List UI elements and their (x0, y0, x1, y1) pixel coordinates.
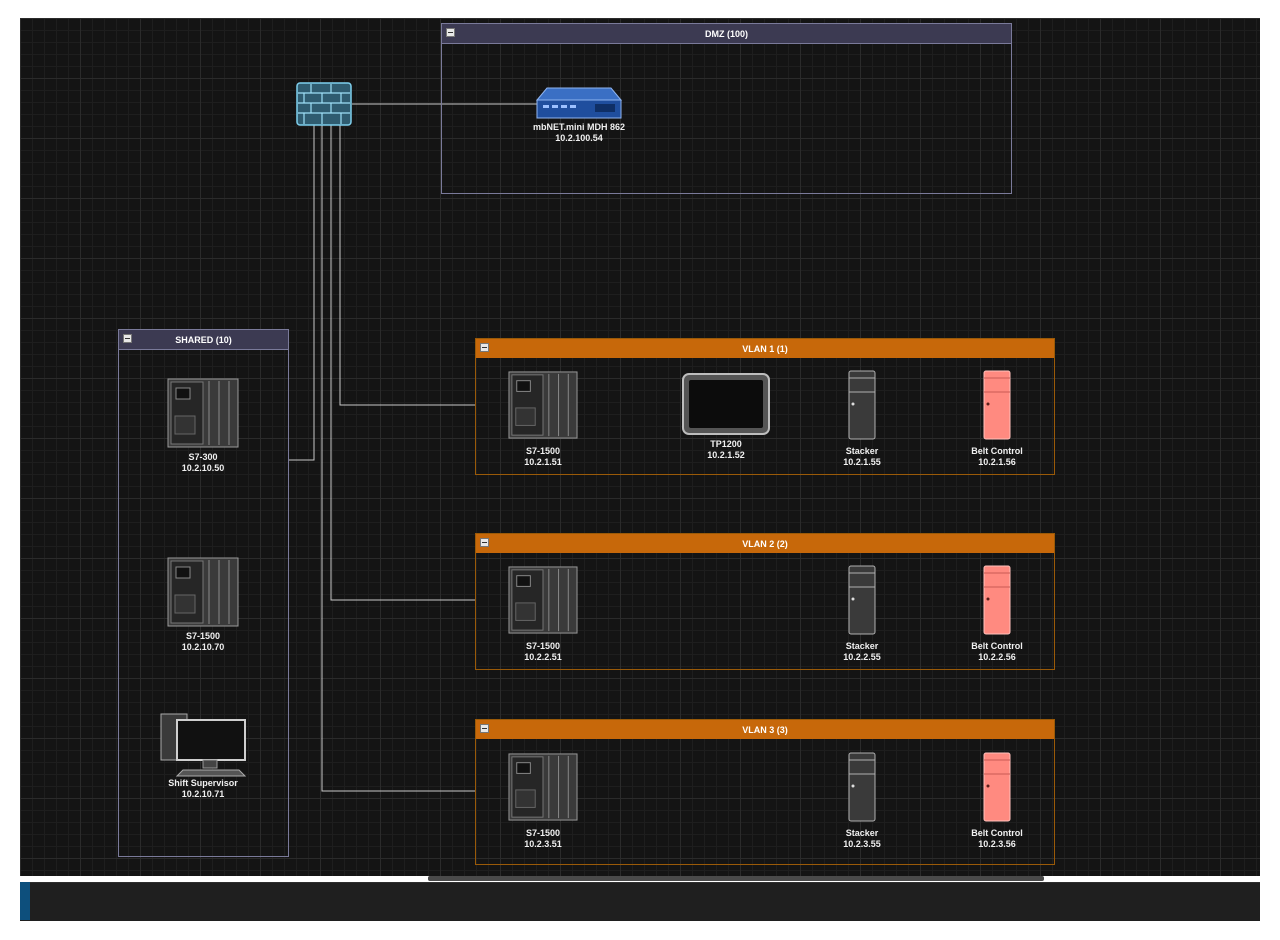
controller-cabinet-icon (848, 565, 876, 635)
collapse-icon[interactable] (480, 343, 489, 352)
device-vlan1-stacker[interactable]: Stacker 10.2.1.55 (812, 370, 912, 468)
plc-rack-icon (508, 753, 578, 821)
device-name: S7-1500 (185, 631, 221, 641)
device-vlan1-belt-control[interactable]: Belt Control 10.2.1.56 (947, 370, 1047, 468)
device-vlan3-belt-control[interactable]: Belt Control 10.2.3.56 (947, 752, 1047, 850)
device-vlan2-belt-control[interactable]: Belt Control 10.2.2.56 (947, 565, 1047, 663)
zone-title: DMZ (100) (704, 28, 748, 39)
zone-title: SHARED (10) (175, 334, 232, 345)
controller-cabinet-alert-icon (983, 565, 1011, 635)
collapse-icon[interactable] (480, 724, 489, 733)
link-firewall-vlan3 (321, 124, 475, 792)
firewall-icon (296, 82, 352, 126)
device-name: Belt Control (971, 641, 1023, 651)
device-name: Stacker (845, 641, 879, 651)
collapse-icon[interactable] (446, 28, 455, 37)
device-name: TP1200 (710, 439, 742, 449)
device-ip: 10.2.1.52 (707, 450, 745, 460)
device-name: Belt Control (971, 828, 1023, 838)
plc-rack-icon (167, 378, 239, 448)
device-vlan1-s7-1500[interactable]: S7-1500 10.2.1.51 (493, 370, 593, 468)
link-firewall-vlan2 (330, 124, 475, 601)
device-ip: 10.2.3.55 (843, 839, 881, 849)
controller-cabinet-alert-icon (983, 752, 1011, 822)
device-ip: 10.2.3.51 (524, 839, 562, 849)
controller-cabinet-alert-icon (983, 370, 1011, 440)
link-firewall-shared (288, 124, 315, 461)
device-name: Stacker (845, 828, 879, 838)
device-name: S7-300 (188, 452, 218, 462)
device-ip: 10.2.10.70 (181, 642, 225, 652)
zone-header: SHARED (10) (119, 330, 288, 350)
workstation-icon (160, 713, 247, 777)
topology-canvas[interactable]: DMZ (100) SHARED (10) VLAN 1 (1) VLAN 2 … (20, 18, 1260, 876)
device-ip: 10.2.2.51 (524, 652, 562, 662)
device-shared-s7-1500[interactable]: S7-1500 10.2.10.70 (153, 557, 253, 653)
router-icon (535, 87, 623, 119)
device-vlan2-stacker[interactable]: Stacker 10.2.2.55 (812, 565, 912, 663)
device-ip: 10.2.2.56 (978, 652, 1016, 662)
horizontal-scrollbar[interactable] (428, 876, 1044, 881)
controller-cabinet-icon (848, 752, 876, 822)
plc-rack-icon (508, 566, 578, 634)
collapse-icon[interactable] (123, 334, 132, 343)
zone-header: VLAN 2 (2) (476, 534, 1054, 553)
plc-rack-icon (508, 371, 578, 439)
device-vlan2-s7-1500[interactable]: S7-1500 10.2.2.51 (493, 565, 593, 663)
plc-rack-icon (167, 557, 239, 627)
device-vlan3-stacker[interactable]: Stacker 10.2.3.55 (812, 752, 912, 850)
zone-title: VLAN 2 (2) (742, 538, 788, 549)
collapse-icon[interactable] (480, 538, 489, 547)
device-mbnet[interactable]: mbNET.mini MDH 862 10.2.100.54 (514, 86, 644, 144)
device-shift-supervisor[interactable]: Shift Supervisor 10.2.10.71 (153, 712, 253, 800)
zone-header: VLAN 3 (3) (476, 720, 1054, 739)
device-vlan1-tp1200[interactable]: TP1200 10.2.1.52 (676, 373, 776, 461)
device-name: mbNET.mini MDH 862 (532, 122, 626, 132)
device-name: Stacker (845, 446, 879, 456)
zone-title: VLAN 1 (1) (742, 343, 788, 354)
device-name: S7-1500 (525, 446, 561, 456)
firewall-node[interactable] (296, 82, 352, 126)
controller-cabinet-icon (848, 370, 876, 440)
zone-title: VLAN 3 (3) (742, 724, 788, 735)
device-vlan3-s7-1500[interactable]: S7-1500 10.2.3.51 (493, 752, 593, 850)
device-name: S7-1500 (525, 828, 561, 838)
zone-header: DMZ (100) (442, 24, 1011, 44)
device-ip: 10.2.3.56 (978, 839, 1016, 849)
device-ip: 10.2.1.55 (843, 457, 881, 467)
device-ip: 10.2.10.71 (181, 789, 225, 799)
device-shared-s7-300[interactable]: S7-300 10.2.10.50 (153, 378, 253, 474)
device-name: S7-1500 (525, 641, 561, 651)
device-ip: 10.2.1.51 (524, 457, 562, 467)
device-name: Shift Supervisor (168, 778, 238, 788)
zone-header: VLAN 1 (1) (476, 339, 1054, 358)
status-bar-accent (20, 882, 30, 920)
hmi-panel-icon (682, 373, 770, 435)
device-ip: 10.2.2.55 (843, 652, 881, 662)
device-ip: 10.2.1.56 (978, 457, 1016, 467)
device-ip: 10.2.100.54 (555, 133, 603, 143)
device-ip: 10.2.10.50 (181, 463, 225, 473)
device-name: Belt Control (971, 446, 1023, 456)
status-bar (20, 882, 1260, 921)
